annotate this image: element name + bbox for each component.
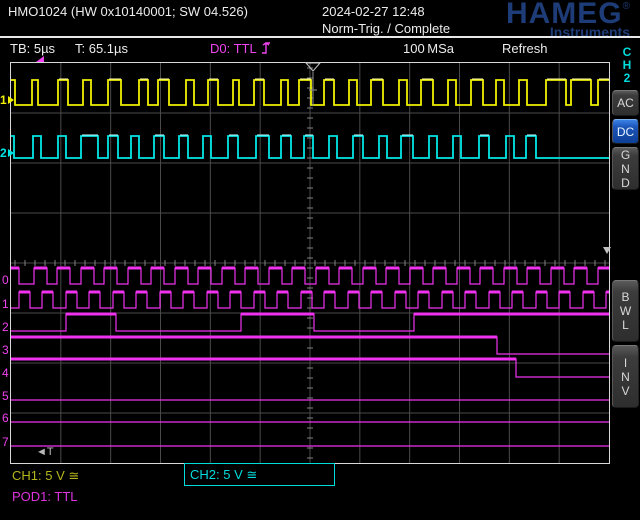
trigger-time-marker: ◄T (36, 446, 54, 458)
coupling-gnd-button[interactable]: GND (612, 147, 639, 190)
device-info: HMO1024 (HW 0x10140001; SW 04.526) (8, 4, 248, 19)
digital-channel-label: 7 (2, 436, 9, 448)
ch1-position-marker: 1 (0, 93, 14, 107)
digital-channel-label: 4 (2, 367, 9, 379)
waveform-canvas (11, 63, 609, 463)
digital-channel-label: 3 (2, 344, 9, 356)
rising-edge-icon (261, 41, 275, 55)
sample-rate-readout: 100 MSa (403, 41, 454, 56)
arrow-right-icon (8, 149, 14, 157)
pod1-readout: POD1: TTL (12, 489, 78, 504)
oscilloscope-screen: HMO1024 (HW 0x10140001; SW 04.526) 2024-… (0, 0, 640, 520)
timebase-readout: TB: 5µs (10, 41, 55, 56)
trigger-source-readout: D0: TTL (210, 41, 275, 56)
digital-channel-label: 2 (2, 321, 9, 333)
trigger-time-readout: T: 65.1µs (75, 41, 128, 56)
coupling-dc-button[interactable]: DC (612, 119, 639, 144)
hameg-logo: HAMEG® Instruments (506, 0, 630, 38)
ch2-scale-readout: CH2: 5 V ≅ (184, 463, 335, 486)
registered-mark: ® (623, 1, 630, 12)
bandwidth-limit-button[interactable]: BWL (612, 280, 639, 342)
acquisition-mode-readout: Refresh (502, 41, 548, 56)
coupling-ac-button[interactable]: AC (612, 90, 639, 116)
sidebar-channel-title: CH2 (619, 46, 635, 85)
digital-channel-label: 5 (2, 390, 9, 402)
trigger-status: Norm-Trig. / Complete (322, 21, 450, 36)
ch1-scale-readout: CH1: 5 V ≅ (12, 468, 79, 484)
digital-channel-label: 6 (2, 412, 9, 424)
datetime: 2024-02-27 12:48 (322, 4, 425, 19)
ch2-position-marker: 2 (0, 146, 14, 160)
invert-button[interactable]: INV (612, 345, 639, 408)
waveform-display (10, 62, 610, 464)
digital-channel-label: 1 (2, 298, 9, 310)
digital-channel-label: 0 (2, 274, 9, 286)
header-divider (0, 36, 640, 38)
arrow-right-icon (8, 96, 14, 104)
